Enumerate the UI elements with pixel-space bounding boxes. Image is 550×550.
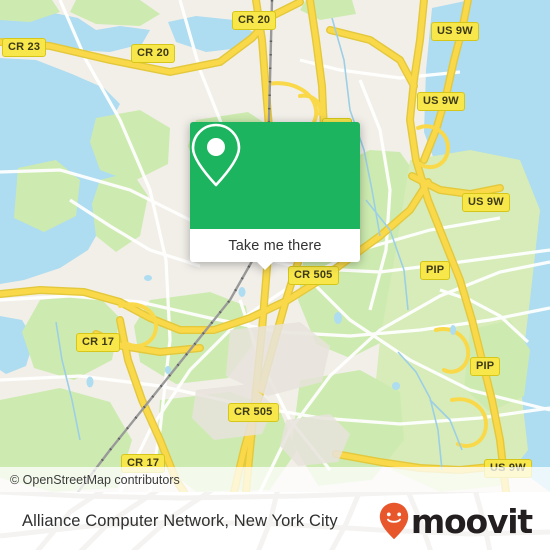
place-title: Alliance Computer Network, New York City [22, 492, 338, 550]
moovit-pin-smiley-icon [379, 502, 409, 540]
moovit-wordmark: moovit [410, 501, 533, 541]
place-title-text: Alliance Computer Network, New York City [22, 511, 338, 530]
road-shield: PIP [420, 261, 451, 280]
road-shield: CR 20 [131, 44, 176, 63]
road-shield: CR 23 [2, 38, 47, 57]
moovit-map-screenshot: CR 23 CR 20 CR 20 US 9W US 9W US 9W PIP CR 505 P… [0, 0, 550, 550]
road-shield: US 9W [417, 92, 465, 111]
road-shield: PIP [470, 357, 501, 376]
map-canvas[interactable]: CR 23 CR 20 CR 20 US 9W US 9W US 9W PIP CR 505 P… [0, 0, 550, 492]
popup-header [190, 122, 360, 229]
road-shield: US 9W [462, 193, 510, 212]
popup-action-bar[interactable]: Take me there [190, 229, 360, 270]
moovit-logo[interactable]: moovit [379, 492, 533, 550]
location-popup-card[interactable]: Take me there [190, 122, 360, 270]
road-shield: CR 17 [76, 333, 121, 352]
footer-bar: Alliance Computer Network, New York City… [0, 492, 550, 550]
map-attribution-bar: © OpenStreetMap contributors [0, 467, 550, 492]
road-shield: CR 505 [228, 403, 279, 422]
take-me-there-label: Take me there [228, 237, 322, 254]
road-shield: CR 20 [232, 11, 277, 30]
popup-pointer [256, 261, 274, 270]
map-pin-icon [191, 123, 241, 187]
attribution-text[interactable]: © OpenStreetMap contributors [10, 473, 180, 487]
road-shield: US 9W [431, 22, 479, 41]
road-shield: CR 505 [288, 266, 339, 285]
